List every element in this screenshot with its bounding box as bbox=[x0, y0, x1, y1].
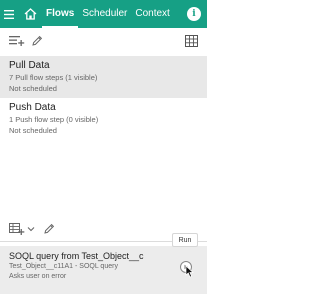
add-step-dropdown[interactable] bbox=[27, 226, 35, 232]
menu-button[interactable] bbox=[0, 0, 18, 28]
table-grid-icon bbox=[185, 35, 198, 47]
flow-step-count: 7 Pull flow steps (1 visible) bbox=[9, 73, 98, 82]
flows-toolbar bbox=[0, 28, 207, 54]
step-title: SOQL query from Test_Object__c bbox=[9, 251, 144, 261]
info-button[interactable]: i bbox=[181, 0, 207, 28]
home-button[interactable] bbox=[18, 0, 42, 28]
home-icon bbox=[24, 8, 36, 20]
flow-step-item[interactable]: SOQL query from Test_Object__c Test_Obje… bbox=[0, 246, 207, 294]
add-step-button[interactable] bbox=[9, 223, 25, 235]
mouse-pointer-icon bbox=[185, 265, 194, 278]
table-view-button[interactable] bbox=[185, 35, 198, 47]
flow-item-push-data[interactable]: Push Data 1 Push flow step (0 visible) N… bbox=[0, 98, 207, 140]
hamburger-icon bbox=[4, 9, 14, 19]
top-nav-bar: Flows Scheduler Context i bbox=[0, 0, 207, 28]
tab-scheduler[interactable]: Scheduler bbox=[78, 0, 131, 28]
edit-step-button[interactable] bbox=[43, 223, 55, 235]
tab-flows[interactable]: Flows bbox=[42, 0, 79, 28]
flow-schedule-status: Not scheduled bbox=[9, 84, 57, 93]
step-subtitle: Test_Object__c11A1 - SOQL query bbox=[9, 263, 118, 270]
step-error-behavior: Asks user on error bbox=[9, 273, 67, 280]
add-flow-button[interactable] bbox=[9, 35, 25, 47]
edit-pencil-icon bbox=[44, 223, 55, 234]
run-tooltip: Run bbox=[172, 233, 198, 247]
add-step-icon bbox=[9, 223, 25, 235]
flow-title: Pull Data bbox=[9, 60, 50, 71]
edit-flow-button[interactable] bbox=[31, 35, 43, 47]
flow-title: Push Data bbox=[9, 102, 56, 113]
flow-schedule-status: Not scheduled bbox=[9, 126, 57, 135]
edit-pencil-icon bbox=[32, 35, 43, 46]
chevron-down-icon bbox=[27, 227, 35, 232]
add-flow-icon bbox=[9, 36, 25, 46]
tab-context[interactable]: Context bbox=[131, 0, 173, 28]
flow-step-count: 1 Push flow step (0 visible) bbox=[9, 115, 99, 124]
info-icon: i bbox=[187, 7, 201, 21]
flow-item-pull-data[interactable]: Pull Data 7 Pull flow steps (1 visible) … bbox=[0, 56, 207, 98]
